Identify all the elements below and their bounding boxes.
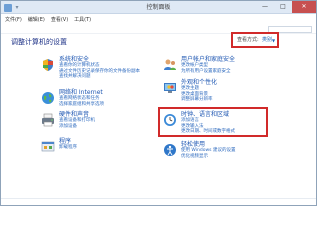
link-screen-resolution[interactable]: 调整屏幕分辨率 bbox=[181, 97, 213, 103]
users-icon bbox=[163, 57, 177, 71]
view-by-label: 查看方式: bbox=[237, 37, 259, 43]
category-links: 添加语言 更改输入法 更改日期、时间或数字格式 bbox=[181, 118, 235, 135]
menu-view[interactable]: 查看(V) bbox=[51, 16, 68, 24]
category-title-programs[interactable]: 程序 bbox=[59, 138, 71, 145]
category-title-system-security[interactable]: 系统和安全 bbox=[59, 56, 89, 63]
category-programs: 程序 卸载程序 bbox=[41, 138, 181, 168]
category-links: 更改主题 更改桌面背景 调整屏幕分辨率 bbox=[181, 86, 213, 103]
globe-network-icon bbox=[41, 90, 55, 104]
programs-icon bbox=[41, 139, 55, 153]
category-links: 查看网络状态和任务 选择家庭组和共享选项 bbox=[59, 96, 104, 107]
clock-globe-icon bbox=[163, 112, 177, 126]
category-clock-language-region: 时钟、语言和区域 添加语言 更改输入法 更改日期、时间或数字格式 bbox=[163, 111, 303, 141]
control-panel-window: ▾ 控制面板 — □ ✕ 文件(F) 编辑(E) 查看(V) 工具(T) 调整计… bbox=[0, 0, 317, 206]
category-title-hardware-sound[interactable]: 硬件和声音 bbox=[59, 111, 89, 118]
category-title-clock-region[interactable]: 时钟、语言和区域 bbox=[181, 111, 229, 118]
link-date-time-format[interactable]: 更改日期、时间或数字格式 bbox=[181, 129, 235, 135]
view-by-dropdown[interactable]: 类别 bbox=[262, 37, 272, 44]
link-add-device[interactable]: 添加设备 bbox=[59, 124, 95, 130]
chevron-down-icon[interactable]: ▼ bbox=[272, 37, 275, 44]
title-bar[interactable]: ▾ 控制面板 — □ ✕ bbox=[1, 1, 316, 14]
menu-tools[interactable]: 工具(T) bbox=[74, 16, 91, 24]
category-appearance: 外观和个性化 更改主题 更改桌面背景 调整屏幕分辨率 bbox=[163, 79, 303, 109]
category-title-user-accounts[interactable]: 用户帐户和家庭安全 bbox=[181, 56, 235, 63]
view-by-highlight: 查看方式: 类别 ▼ bbox=[231, 32, 279, 48]
category-links: 查看设备和打印机 添加设备 bbox=[59, 118, 95, 129]
link-family-safety[interactable]: 为所有用户设置家庭安全 bbox=[181, 69, 231, 75]
printer-icon bbox=[41, 112, 55, 127]
menu-file[interactable]: 文件(F) bbox=[5, 16, 22, 24]
close-button[interactable]: ✕ bbox=[292, 1, 316, 13]
page-title: 调整计算机的设置 bbox=[11, 38, 67, 46]
category-links: 卸载程序 bbox=[59, 145, 77, 151]
window-controls: — □ ✕ bbox=[256, 1, 316, 13]
category-ease-of-access: 轻松使用 使用 Windows 建议的设置 优化视频显示 bbox=[163, 141, 303, 171]
category-title-appearance[interactable]: 外观和个性化 bbox=[181, 79, 217, 86]
menu-edit[interactable]: 编辑(E) bbox=[28, 16, 45, 24]
shield-icon bbox=[41, 57, 55, 71]
maximize-button[interactable]: □ bbox=[274, 1, 292, 13]
appearance-icon bbox=[163, 80, 177, 94]
link-homegroup-sharing[interactable]: 选择家庭组和共享选项 bbox=[59, 102, 104, 108]
category-links: 使用 Windows 建议的设置 优化视频显示 bbox=[181, 148, 235, 159]
category-system-security: 系统和安全 查看你的计算机状态 通过文件历史记录保存你的文件备份副本 查找并解决… bbox=[41, 56, 181, 86]
category-links: 查看你的计算机状态 通过文件历史记录保存你的文件备份副本 查找并解决问题 bbox=[59, 63, 140, 80]
link-optimize-display[interactable]: 优化视频显示 bbox=[181, 154, 235, 160]
bottom-divider bbox=[1, 198, 316, 199]
category-title-network-internet[interactable]: 网络和 Internet bbox=[59, 89, 103, 96]
link-uninstall-program[interactable]: 卸载程序 bbox=[59, 145, 77, 151]
minimize-button[interactable]: — bbox=[256, 1, 274, 13]
category-title-ease-of-access[interactable]: 轻松使用 bbox=[181, 141, 205, 148]
link-troubleshoot[interactable]: 查找并解决问题 bbox=[59, 74, 140, 80]
menu-bar: 文件(F) 编辑(E) 查看(V) 工具(T) bbox=[1, 15, 316, 25]
ease-of-access-icon bbox=[163, 142, 177, 156]
category-links: 更改帐户类型 为所有用户设置家庭安全 bbox=[181, 63, 231, 74]
